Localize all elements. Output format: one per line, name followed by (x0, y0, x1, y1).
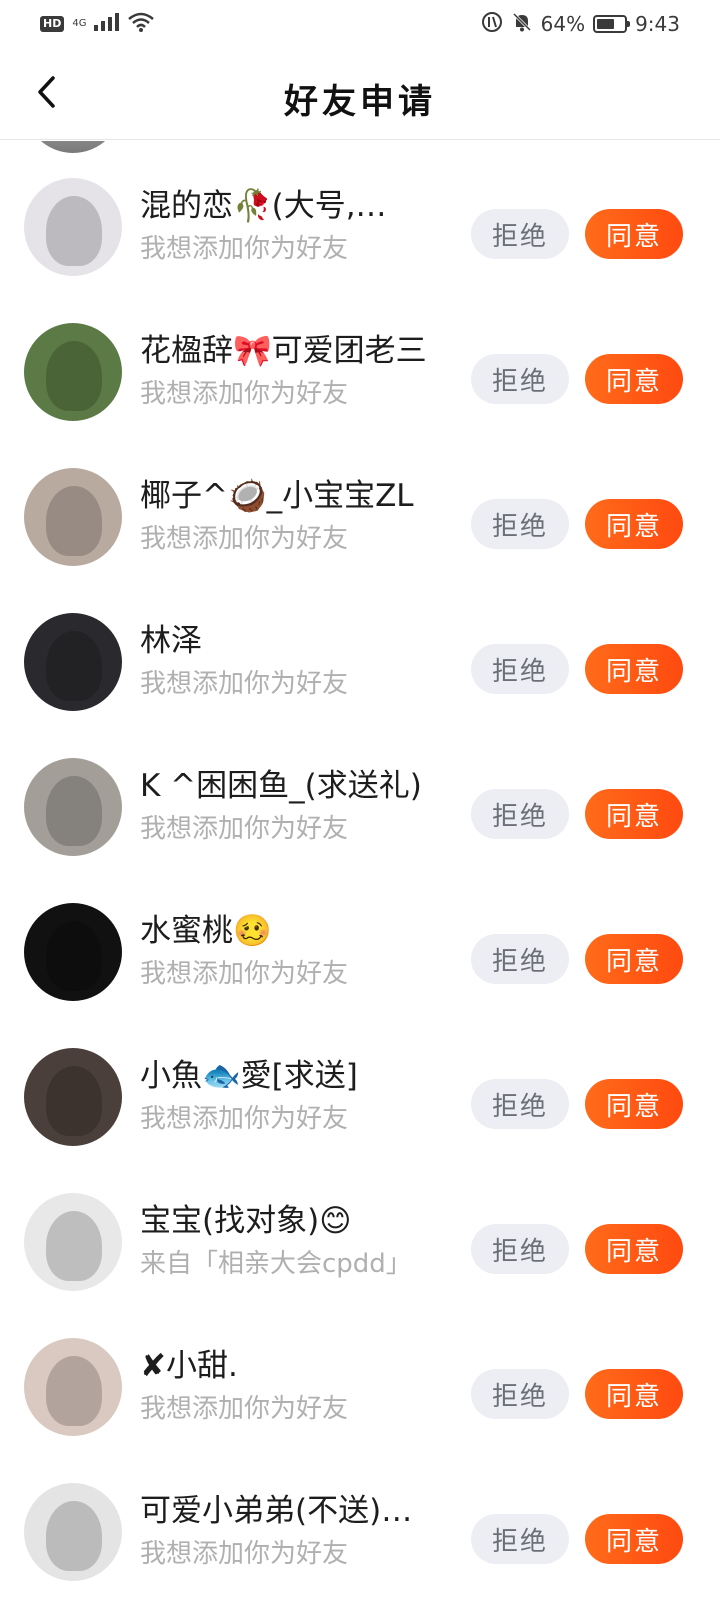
avatar[interactable] (24, 1048, 122, 1146)
avatar[interactable] (24, 613, 122, 711)
battery-level (597, 19, 615, 29)
request-row[interactable]: 小魚🐟愛[求送] 我想添加你为好友 拒绝 同意 (0, 1023, 720, 1168)
battery-icon (593, 15, 631, 33)
request-message: 我想添加你为好友 (140, 814, 349, 844)
avatar-figure (46, 631, 102, 701)
requester-name: ✘小甜. (140, 1348, 238, 1384)
avatar-figure (46, 486, 102, 556)
wifi-icon (128, 12, 155, 37)
reject-button[interactable]: 拒绝 (471, 1079, 569, 1129)
requester-name: 小魚🐟愛[求送] (140, 1058, 358, 1094)
request-row[interactable]: 椰子^🥥_小宝宝ZL 我想添加你为好友 拒绝 同意 (0, 443, 720, 588)
mute-bell-icon (511, 11, 533, 38)
avatar[interactable] (24, 1193, 122, 1291)
request-message: 我想添加你为好友 (140, 1104, 349, 1134)
cell-signal-icon (94, 12, 120, 36)
status-bar: HD 4G 64% 9:43 (0, 0, 720, 48)
avatar[interactable] (24, 468, 122, 566)
status-right: 64% 9:43 (481, 11, 680, 38)
request-row[interactable]: 水蜜桃🥴 我想添加你为好友 拒绝 同意 (0, 878, 720, 1023)
avatar-figure (46, 776, 102, 846)
request-row[interactable]: 混的恋🥀(大号,… 我想添加你为好友 拒绝 同意 (0, 153, 720, 298)
requester-name: 水蜜桃🥴 (140, 913, 272, 949)
request-row[interactable]: ✘小甜. 我想添加你为好友 拒绝 同意 (0, 1313, 720, 1458)
avatar[interactable] (24, 1338, 122, 1436)
header: 好友申请 (0, 48, 720, 140)
avatar-figure (46, 1066, 102, 1136)
request-message: 我想添加你为好友 (140, 524, 349, 554)
accept-button[interactable]: 同意 (585, 1079, 683, 1129)
data-saver-icon (481, 11, 503, 38)
accept-button[interactable]: 同意 (585, 644, 683, 694)
hd-badge: HD (40, 16, 65, 32)
reject-button[interactable]: 拒绝 (471, 644, 569, 694)
accept-button[interactable]: 同意 (585, 934, 683, 984)
avatar-figure (46, 1501, 102, 1571)
accept-button[interactable]: 同意 (585, 1224, 683, 1274)
avatar-figure (46, 921, 102, 991)
accept-button[interactable]: 同意 (585, 1514, 683, 1564)
request-message: 我想添加你为好友 (140, 669, 349, 699)
reject-button[interactable]: 拒绝 (471, 1369, 569, 1419)
avatar-figure (46, 1211, 102, 1281)
requester-name: 宝宝(找对象)😊 (140, 1203, 352, 1239)
reject-button[interactable]: 拒绝 (471, 499, 569, 549)
request-message: 我想添加你为好友 (140, 234, 349, 264)
request-message: 我想添加你为好友 (140, 1394, 349, 1424)
requester-name: 椰子^🥥_小宝宝ZL (140, 478, 414, 514)
avatar-figure (46, 341, 102, 411)
accept-button[interactable]: 同意 (585, 1369, 683, 1419)
reject-button[interactable]: 拒绝 (471, 1224, 569, 1274)
request-row[interactable]: 可爱小弟弟(不送)… 我想添加你为好友 拒绝 同意 (0, 1458, 720, 1600)
reject-button[interactable]: 拒绝 (471, 934, 569, 984)
accept-button[interactable]: 同意 (585, 354, 683, 404)
requester-name: K ^困困鱼_(求送礼) (140, 768, 422, 804)
status-left: HD 4G (40, 12, 155, 37)
avatar[interactable] (24, 758, 122, 856)
network-label: 4G (72, 18, 87, 29)
accept-button[interactable]: 同意 (585, 499, 683, 549)
accept-button[interactable]: 同意 (585, 789, 683, 839)
avatar[interactable] (24, 1483, 122, 1581)
requester-name: 可爱小弟弟(不送)… (140, 1493, 413, 1529)
page-title: 好友申请 (284, 82, 436, 122)
request-row[interactable]: K ^困困鱼_(求送礼) 我想添加你为好友 拒绝 同意 (0, 733, 720, 878)
reject-button[interactable]: 拒绝 (471, 1514, 569, 1564)
reject-button[interactable]: 拒绝 (471, 354, 569, 404)
reject-button[interactable]: 拒绝 (471, 209, 569, 259)
reject-button[interactable]: 拒绝 (471, 789, 569, 839)
request-row[interactable]: 宝宝(找对象)😊 来自「相亲大会cpdd」 拒绝 同意 (0, 1168, 720, 1313)
requester-name: 林泽 (140, 623, 202, 659)
request-row[interactable]: 林泽我想添加你为好友 拒绝 同意 (0, 588, 720, 733)
avatar[interactable] (24, 323, 122, 421)
accept-button[interactable]: 同意 (585, 209, 683, 259)
avatar (24, 141, 122, 153)
request-row[interactable]: 花楹辞🎀可爱团老三我想添加你为好友 拒绝 同意 (0, 298, 720, 443)
battery-percent: 64% (540, 12, 586, 36)
time: 9:43 (635, 12, 680, 36)
requester-name: 混的恋🥀(大号,… (140, 188, 387, 224)
friend-request-list[interactable]: 混的恋🥀(大号,… 我想添加你为好友 拒绝 同意 花楹辞🎀可爱团老三 我想添加你为好友 拒绝… (0, 141, 720, 1600)
avatar-figure (46, 1356, 102, 1426)
requester-name: 花楹辞🎀可爱团老三 (140, 333, 427, 369)
avatar[interactable] (24, 178, 122, 276)
request-message: 来自「相亲大会cpdd」 (140, 1249, 412, 1279)
request-message: 我想添加你为好友 (140, 1539, 349, 1569)
partial-list-item (0, 141, 720, 153)
avatar[interactable] (24, 903, 122, 1001)
avatar-figure (46, 196, 102, 266)
request-message: 我想添加你为好友 (140, 959, 349, 989)
request-message: 我想添加你为好友 (140, 379, 349, 409)
